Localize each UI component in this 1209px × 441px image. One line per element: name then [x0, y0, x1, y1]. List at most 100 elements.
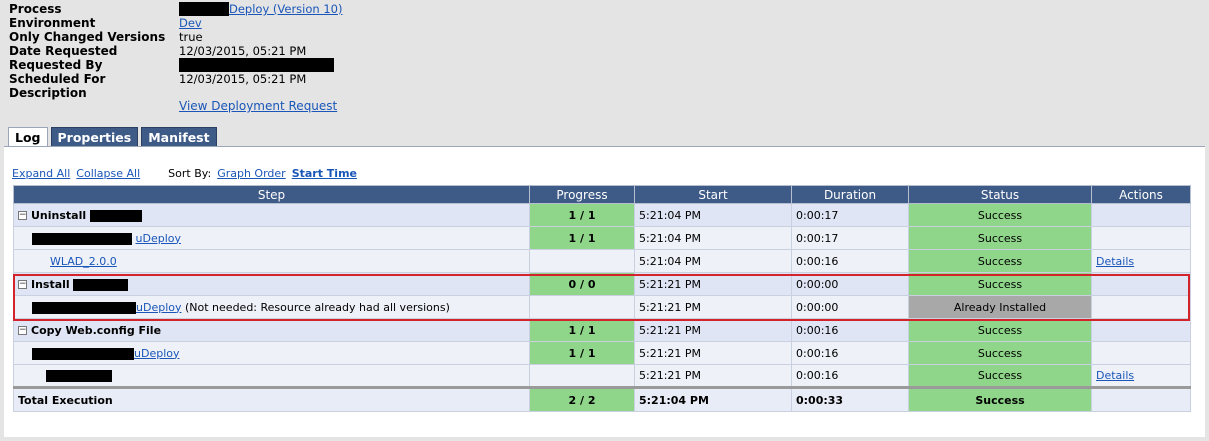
sort-start-time-link[interactable]: Start Time — [292, 167, 357, 180]
sort-by-label: Sort By: — [168, 167, 212, 180]
sort-graph-order-link[interactable]: Graph Order — [217, 167, 286, 180]
status-cell: Already Installed — [908, 295, 1092, 319]
deployment-info: Process Deploy (Version 10) Environment … — [9, 2, 342, 100]
log-panel: Expand All Collapse All Sort By: Graph O… — [4, 146, 1205, 437]
step-name: Install — [31, 277, 70, 291]
collapse-toggle-icon[interactable]: − — [18, 326, 27, 335]
table-row: WLAD_2.0.0 5:21:04 PM 0:00:16 Success De… — [13, 249, 1191, 273]
duration-cell: 0:00:17 — [791, 203, 909, 227]
col-header-start[interactable]: Start — [634, 185, 792, 204]
progress-cell: 1 / 1 — [529, 203, 635, 227]
col-header-progress[interactable]: Progress — [529, 185, 635, 204]
actions-cell — [1091, 272, 1191, 296]
redacted-block — [32, 232, 132, 245]
date-requested-value: 12/03/2015, 05:21 PM — [179, 44, 307, 58]
environment-link[interactable]: Dev — [179, 16, 202, 30]
expand-all-link[interactable]: Expand All — [12, 167, 70, 180]
status-cell: Success — [908, 226, 1092, 250]
table-row: uDeploy (Not needed: Resource already ha… — [13, 295, 1191, 319]
redacted-block — [73, 278, 129, 291]
actions-cell — [1091, 295, 1191, 319]
step-name: Copy Web.config File — [31, 323, 162, 337]
only-changed-label: Only Changed Versions — [9, 30, 166, 44]
progress-cell — [529, 249, 635, 273]
step-note: (Not needed: Resource already had all ve… — [185, 300, 450, 314]
progress-cell: 1 / 1 — [529, 318, 635, 342]
tab-manifest[interactable]: Manifest — [141, 127, 217, 146]
start-cell: 5:21:04 PM — [634, 226, 792, 250]
tab-log[interactable]: Log — [8, 127, 48, 147]
col-header-status[interactable]: Status — [908, 185, 1092, 204]
actions-cell — [1091, 341, 1191, 365]
status-cell: Success — [908, 249, 1092, 273]
redacted-block — [89, 209, 142, 222]
collapse-toggle-icon[interactable]: − — [18, 211, 27, 220]
progress-cell — [529, 364, 635, 388]
scheduled-for-value: 12/03/2015, 05:21 PM — [179, 72, 307, 86]
table-row: uDeploy 1 / 1 5:21:21 PM 0:00:16 Success — [13, 341, 1191, 365]
step-link[interactable]: WLAD_2.0.0 — [50, 255, 117, 268]
progress-cell: 1 / 1 — [529, 341, 635, 365]
duration-cell: 0:00:16 — [791, 341, 909, 365]
scheduled-for-label: Scheduled For — [9, 72, 106, 86]
actions-cell — [1091, 226, 1191, 250]
total-actions — [1091, 386, 1191, 412]
status-cell: Success — [908, 364, 1092, 388]
progress-cell — [529, 295, 635, 319]
requested-by-label: Requested By — [9, 58, 103, 72]
progress-cell: 1 / 1 — [529, 226, 635, 250]
duration-cell: 0:00:16 — [791, 318, 909, 342]
duration-cell: 0:00:16 — [791, 364, 909, 388]
table-row: − Uninstall 1 / 1 5:21:04 PM 0:00:17 Succ… — [13, 203, 1191, 227]
start-cell: 5:21:21 PM — [634, 341, 792, 365]
duration-cell: 0:00:17 — [791, 226, 909, 250]
start-cell: 5:21:21 PM — [634, 272, 792, 296]
redacted-block — [32, 301, 136, 314]
description-label: Description — [9, 86, 87, 100]
execution-log-table: Step Progress Start Duration Status Acti… — [13, 185, 1191, 412]
duration-cell: 0:00:16 — [791, 249, 909, 273]
step-name: Uninstall — [31, 208, 87, 222]
log-controls: Expand All Collapse All Sort By: Graph O… — [12, 167, 357, 180]
details-link[interactable]: Details — [1096, 255, 1134, 268]
total-duration: 0:00:33 — [791, 386, 909, 412]
process-label: Process — [9, 2, 62, 16]
collapse-toggle-icon[interactable]: − — [18, 280, 27, 289]
redacted-block — [46, 370, 112, 382]
table-row: 5:21:21 PM 0:00:16 Success Details — [13, 364, 1191, 388]
total-status: Success — [908, 386, 1092, 412]
step-link[interactable]: uDeploy — [136, 301, 182, 314]
col-header-step[interactable]: Step — [13, 185, 530, 204]
step-link[interactable]: uDeploy — [134, 347, 180, 360]
table-row: − Copy Web.config File 1 / 1 5:21:21 PM 0… — [13, 318, 1191, 342]
status-cell: Success — [908, 203, 1092, 227]
start-cell: 5:21:21 PM — [634, 295, 792, 319]
start-cell: 5:21:04 PM — [634, 249, 792, 273]
start-cell: 5:21:21 PM — [634, 364, 792, 388]
total-label: Total Execution — [13, 386, 530, 412]
collapse-all-link[interactable]: Collapse All — [76, 167, 140, 180]
date-requested-label: Date Requested — [9, 44, 118, 58]
progress-cell: 0 / 0 — [529, 272, 635, 296]
total-row: Total Execution 2 / 2 5:21:04 PM 0:00:33… — [13, 386, 1191, 412]
process-link[interactable]: Deploy (Version 10) — [229, 2, 342, 16]
tab-bar: Log Properties Manifest — [8, 127, 217, 147]
step-link[interactable]: uDeploy — [136, 232, 182, 245]
total-start: 5:21:04 PM — [634, 386, 792, 412]
actions-cell — [1091, 318, 1191, 342]
start-cell: 5:21:04 PM — [634, 203, 792, 227]
col-header-duration[interactable]: Duration — [791, 185, 909, 204]
view-deployment-request-link[interactable]: View Deployment Request — [179, 99, 337, 113]
status-cell: Success — [908, 272, 1092, 296]
details-link[interactable]: Details — [1096, 369, 1134, 382]
actions-cell — [1091, 203, 1191, 227]
duration-cell: 0:00:00 — [791, 295, 909, 319]
environment-label: Environment — [9, 16, 96, 30]
col-header-actions[interactable]: Actions — [1091, 185, 1191, 204]
table-row: − Install 0 / 0 5:21:21 PM 0:00:00 Succes… — [13, 272, 1191, 296]
redacted-block — [179, 2, 229, 16]
status-cell: Success — [908, 318, 1092, 342]
tab-properties[interactable]: Properties — [50, 127, 139, 146]
redacted-block — [32, 347, 134, 360]
status-cell: Success — [908, 341, 1092, 365]
